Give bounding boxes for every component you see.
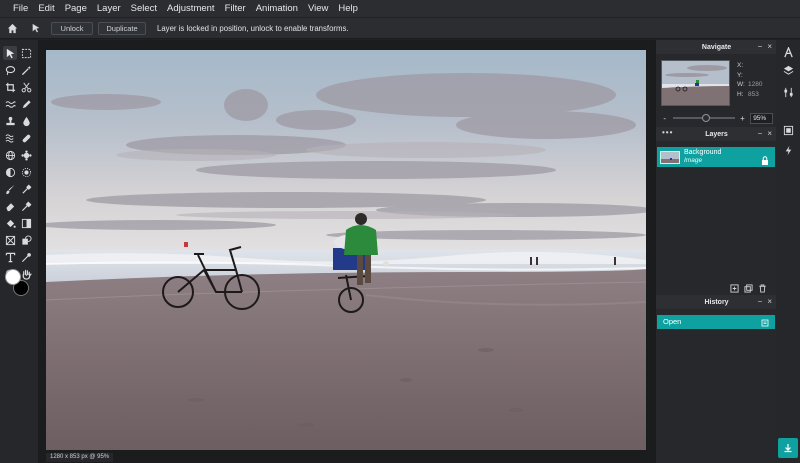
marquee-icon[interactable] (19, 46, 33, 60)
shape2-icon[interactable] (19, 233, 33, 247)
canvas-workspace[interactable]: 1280 x 853 px @ 95% (38, 40, 655, 463)
gear-fill-icon[interactable] (19, 148, 33, 162)
eyedropper-icon[interactable] (19, 182, 33, 196)
history-title: History (704, 298, 729, 306)
drop-icon[interactable] (19, 114, 33, 128)
menu-edit[interactable]: Edit (33, 0, 59, 18)
menu-help[interactable]: Help (333, 0, 363, 18)
zoom-slider-knob[interactable] (701, 114, 710, 122)
menu-page[interactable]: Page (60, 0, 92, 18)
layer-thumbnail (660, 150, 680, 164)
menu-bar: File Edit Page Layer Select Adjustment F… (0, 0, 800, 18)
dodge-icon[interactable] (3, 165, 17, 179)
navigator-thumbnail[interactable] (661, 60, 730, 106)
layer-name: Background (684, 149, 722, 156)
zoom-slider[interactable] (672, 114, 735, 122)
brush-heal-icon[interactable] (19, 131, 33, 145)
bucket-icon[interactable] (3, 216, 17, 230)
options-message: Layer is locked in position, unlock to e… (157, 23, 349, 33)
menu-animation[interactable]: Animation (251, 0, 303, 18)
pencil-icon[interactable] (19, 97, 33, 111)
eyedropper2-icon[interactable] (19, 250, 33, 264)
lasso-icon[interactable] (3, 63, 17, 77)
download-icon (784, 444, 792, 453)
menu-adjustment[interactable]: Adjustment (162, 0, 220, 18)
zoom-out-button[interactable]: - (661, 114, 669, 123)
more-options-icon[interactable]: ••• (662, 127, 673, 139)
close-icon[interactable]: × (767, 40, 772, 54)
right-panels: Navigate − × X: Y: W: 1280 H: 853 - + 95% •… (655, 40, 777, 463)
layer-item[interactable]: Background Image (657, 147, 775, 167)
move-tool-icon (26, 18, 46, 39)
navigator-info: X: Y: W: 1280 H: 853 (737, 61, 762, 99)
layers-title: Layers (705, 130, 728, 138)
magic-icon[interactable] (782, 144, 794, 156)
close-icon[interactable]: × (767, 127, 772, 141)
shape-icon[interactable] (3, 233, 17, 247)
gradient-icon[interactable] (19, 216, 33, 230)
minimize-icon[interactable]: − (758, 295, 763, 309)
zoom-in-button[interactable]: + (739, 114, 747, 123)
zoom-control: - + 95% (661, 112, 774, 124)
layers-panel-header: ••• Layers − × (656, 127, 777, 141)
duplicate-button[interactable]: Duplicate (98, 21, 146, 35)
sphere-icon[interactable] (3, 148, 17, 162)
adjust-icon[interactable] (782, 86, 794, 98)
layers-stack-icon[interactable] (782, 64, 794, 76)
crop-rail-icon[interactable] (782, 124, 794, 136)
right-rail (776, 40, 800, 463)
smudge-icon[interactable] (3, 131, 17, 145)
menu-select[interactable]: Select (126, 0, 162, 18)
history-item[interactable]: Open (657, 315, 775, 329)
w-label: W: (737, 81, 745, 88)
tool-palette (0, 40, 38, 463)
unlock-button[interactable]: Unlock (51, 21, 93, 35)
color-picker-icon[interactable] (19, 199, 33, 213)
image-size-status: 1280 x 853 px @ 95% (46, 453, 114, 462)
navigate-panel-header: Navigate − × (656, 40, 777, 54)
stamp-icon[interactable] (3, 114, 17, 128)
menu-view[interactable]: View (303, 0, 333, 18)
text-icon[interactable] (3, 250, 17, 264)
navigate-title: Navigate (701, 43, 732, 51)
history-panel-header: History − × (656, 295, 777, 309)
menu-filter[interactable]: Filter (220, 0, 251, 18)
h-label: H: (737, 90, 744, 98)
sun-icon[interactable] (19, 165, 33, 179)
lock-icon[interactable] (761, 152, 769, 170)
options-bar: Unlock Duplicate Layer is locked in posi… (0, 18, 800, 39)
home-icon[interactable] (2, 18, 22, 39)
history-item-label: Open (663, 317, 682, 326)
brush-icon[interactable] (3, 182, 17, 196)
zoom-value-field[interactable]: 95% (750, 112, 774, 124)
layer-type: Image (684, 157, 703, 164)
document-icon (761, 318, 769, 332)
foreground-color-swatch[interactable] (5, 269, 21, 285)
minimize-icon[interactable]: − (758, 127, 763, 141)
minimize-icon[interactable]: − (758, 40, 763, 54)
cut-icon[interactable] (19, 80, 33, 94)
width-value: 1280 (748, 81, 763, 88)
move-icon[interactable] (3, 46, 17, 60)
menu-layer[interactable]: Layer (92, 0, 126, 18)
canvas-image[interactable] (46, 50, 646, 450)
swap-colors-icon[interactable] (25, 268, 33, 277)
magic-wand-icon[interactable] (19, 63, 33, 77)
download-button[interactable] (778, 438, 798, 458)
x-label: X: (737, 62, 744, 69)
y-label: Y: (737, 71, 743, 79)
height-value: 853 (748, 90, 759, 98)
close-icon[interactable]: × (767, 295, 772, 309)
eraser-icon[interactable] (3, 199, 17, 213)
character-icon[interactable] (782, 46, 794, 58)
wave-icon[interactable] (3, 97, 17, 111)
menu-file[interactable]: File (8, 0, 33, 18)
crop-icon[interactable] (3, 80, 17, 94)
